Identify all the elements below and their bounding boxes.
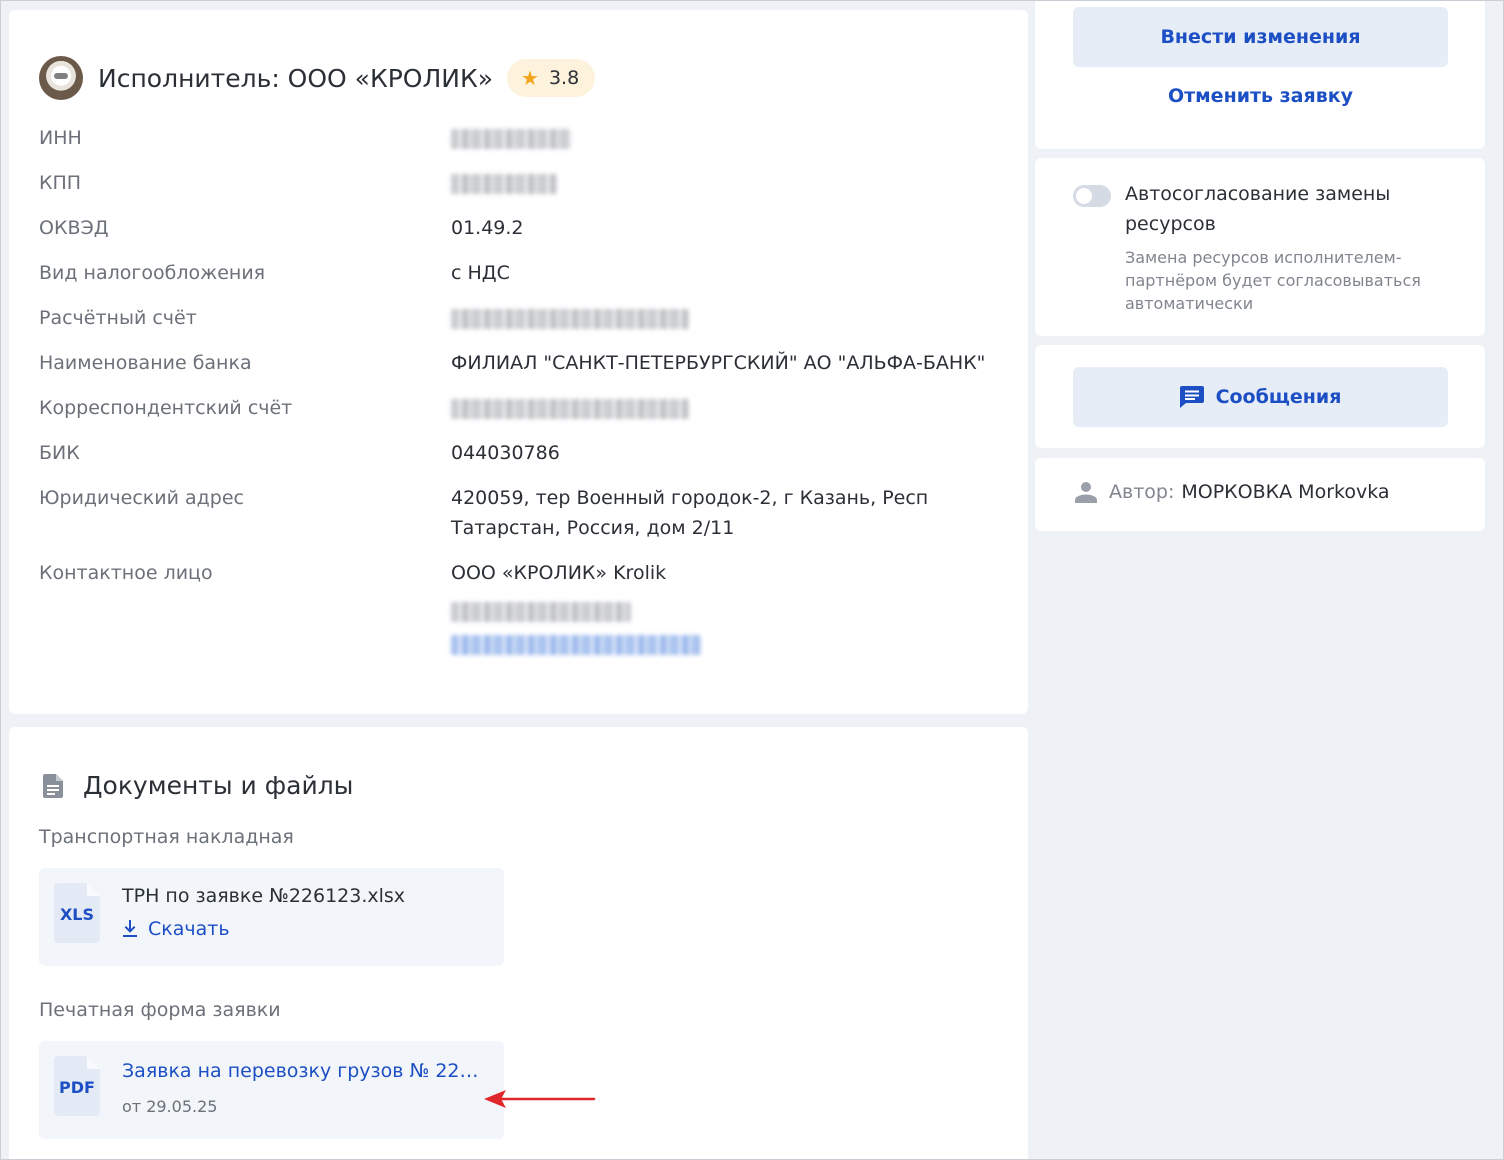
messages-card: Сообщения	[1035, 345, 1485, 448]
print-form-link[interactable]: Заявка на перевозку грузов № 226123	[122, 1060, 482, 1082]
auto-approval-title: Автосогласование замены ресурсов	[1125, 183, 1391, 235]
info-row-okved: ОКВЭД 01.49.2	[39, 213, 1019, 243]
chat-icon	[1179, 386, 1204, 408]
document-icon	[43, 773, 63, 798]
info-label: Корреспондентский счёт	[39, 397, 293, 419]
cancel-request-link[interactable]: Отменить заявку	[1073, 85, 1448, 107]
info-value: 044030786	[451, 442, 560, 464]
file-type-label: XLS	[59, 905, 95, 924]
contact-phone-redacted	[451, 588, 1011, 623]
rating-value: 3.8	[548, 67, 580, 89]
actions-card: Внести изменения Отменить заявку	[1035, 0, 1485, 149]
edit-request-button[interactable]: Внести изменения	[1073, 7, 1448, 67]
pdf-file-icon: PDF	[54, 1056, 100, 1116]
documents-title: Документы и файлы	[83, 771, 354, 800]
info-row-account: Расчётный счёт	[39, 303, 1019, 333]
file-name: ТРН по заявке №226123.xlsx	[122, 885, 406, 907]
transport-file-card: XLS ТРН по заявке №226123.xlsx Скачать	[39, 868, 504, 966]
download-label: Скачать	[148, 918, 230, 940]
info-value: 420059, тер Военный городок-2, г Казань,…	[451, 487, 929, 539]
star-icon: ★	[521, 66, 539, 90]
messages-label: Сообщения	[1215, 386, 1342, 408]
rating-badge: ★ 3.8	[507, 59, 596, 97]
toggle-knob	[1076, 188, 1092, 204]
info-row-contact: Контактное лицо ООО «КРОЛИК» Krolik	[39, 558, 1019, 659]
author-row: Автор: МОРКОВКА Morkovka	[1075, 481, 1390, 503]
annotation-arrow-icon	[484, 1090, 596, 1108]
messages-button[interactable]: Сообщения	[1073, 367, 1448, 427]
info-label: ОКВЭД	[39, 217, 109, 239]
info-row-corr-account: Корреспондентский счёт	[39, 393, 1019, 423]
download-link[interactable]: Скачать	[122, 918, 230, 940]
auto-approval-toggle[interactable]	[1073, 185, 1111, 207]
info-row-address: Юридический адрес 420059, тер Военный го…	[39, 483, 1019, 543]
auto-approval-description: Замена ресурсов исполнителем-партнёром б…	[1125, 248, 1421, 313]
info-row-bank: Наименование банка ФИЛИАЛ "САНКТ-ПЕТЕРБУ…	[39, 348, 1019, 378]
contractor-avatar	[39, 56, 83, 100]
info-row-kpp: КПП	[39, 168, 1019, 198]
author-card: Автор: МОРКОВКА Morkovka	[1035, 458, 1485, 531]
transport-section-label: Транспортная накладная	[39, 826, 294, 848]
info-label: Контактное лицо	[39, 562, 213, 584]
contact-name: ООО «КРОЛИК» Krolik	[451, 562, 667, 584]
info-value: с НДС	[451, 262, 510, 284]
xls-file-icon: XLS	[54, 883, 100, 943]
download-icon	[123, 920, 137, 937]
contact-email-link[interactable]	[451, 623, 1011, 659]
info-value: 01.49.2	[451, 217, 524, 239]
info-value-inn-redacted	[451, 123, 1011, 153]
info-value: ФИЛИАЛ "САНКТ-ПЕТЕРБУРГСКИЙ" АО "АЛЬФА-Б…	[451, 352, 986, 374]
info-row-bik: БИК 044030786	[39, 438, 1019, 468]
documents-header: Документы и файлы	[43, 771, 353, 800]
author-label: Автор:	[1109, 481, 1175, 503]
contractor-card: Исполнитель: ООО «КРОЛИК» ★ 3.8 ИНН КПП …	[9, 10, 1028, 714]
print-section-label: Печатная форма заявки	[39, 999, 281, 1021]
info-label: ИНН	[39, 127, 82, 149]
print-file-card[interactable]: PDF Заявка на перевозку грузов № 226123 …	[39, 1041, 504, 1139]
file-type-label: PDF	[59, 1078, 95, 1097]
info-label: Наименование банка	[39, 352, 252, 374]
info-label: Вид налогообложения	[39, 262, 266, 284]
author-name: МОРКОВКА Morkovka	[1181, 481, 1390, 503]
contractor-title: Исполнитель: ООО «КРОЛИК»	[98, 63, 494, 93]
info-label: КПП	[39, 172, 82, 194]
info-label: БИК	[39, 442, 80, 464]
info-label: Расчётный счёт	[39, 307, 197, 329]
auto-approval-card: Автосогласование замены ресурсов Замена …	[1035, 158, 1485, 336]
info-value-account-redacted	[451, 303, 1011, 333]
user-icon	[1075, 482, 1097, 503]
info-value-kpp-redacted	[451, 168, 1011, 198]
file-date: от 29.05.25	[122, 1097, 218, 1116]
info-row-inn: ИНН	[39, 123, 1019, 153]
contractor-header: Исполнитель: ООО «КРОЛИК» ★ 3.8	[39, 56, 596, 100]
info-value-contact: ООО «КРОЛИК» Krolik	[451, 558, 1011, 659]
info-row-tax: Вид налогообложения с НДС	[39, 258, 1019, 288]
info-label: Юридический адрес	[39, 487, 244, 509]
info-value-corr-redacted	[451, 393, 1011, 423]
